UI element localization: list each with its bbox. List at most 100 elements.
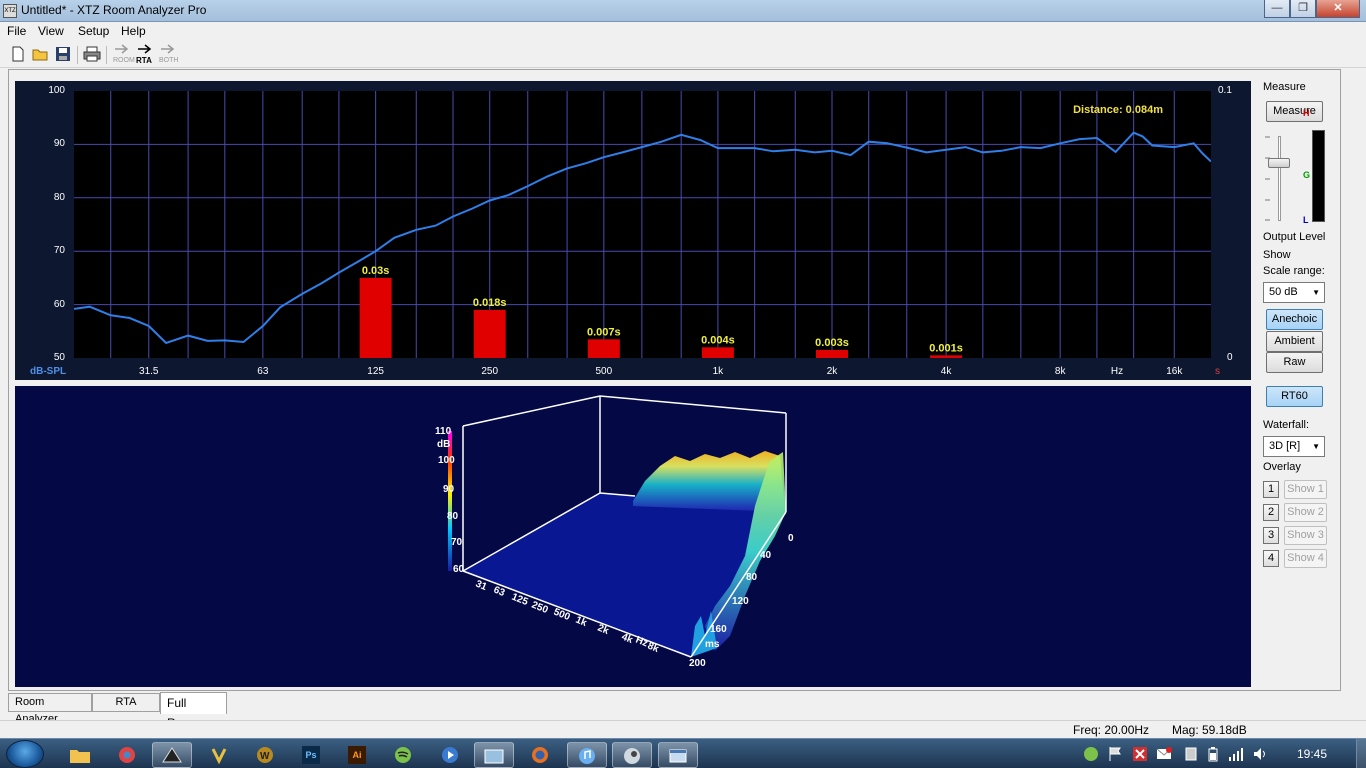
window-icon[interactable] [658,742,698,768]
xtz-icon[interactable] [152,742,192,768]
photoshop-icon[interactable]: Ps [291,742,331,768]
x-tick-label: 63 [257,366,269,377]
save-icon[interactable] [54,46,72,64]
taskbar: W Ps Ai 19:45 [0,738,1366,768]
rt60-bar-label: 0.001s [929,342,963,354]
meter-l-label: L [1303,215,1309,225]
tab-rta[interactable]: RTA [92,693,160,712]
volume-icon[interactable] [1252,746,1268,762]
show-2-button[interactable]: Show 2 [1284,503,1327,522]
x-tick-label: 16k [1166,366,1183,377]
y-right-tick-label: 0 [1227,352,1233,363]
level-meter [1312,130,1325,222]
security-icon[interactable] [1132,746,1148,762]
explorer-icon[interactable] [474,742,514,768]
show-desktop-button[interactable] [1356,739,1366,768]
mag-readout: Mag: 59.18dB [1172,723,1247,737]
overlay-4-button[interactable]: 4 [1263,550,1279,567]
x-tick-label: 8k [1054,366,1066,377]
close-button[interactable]: ✕ [1316,0,1360,18]
start-button[interactable] [6,740,44,768]
ambient-button[interactable]: Ambient [1266,331,1323,352]
frequency-response-line [73,131,1212,345]
y-tick-label: 60 [53,299,65,310]
rt60-bar-label: 0.03s [362,265,390,277]
tray-misc-icon[interactable] [1183,746,1199,762]
rt60-button[interactable]: RT60 [1266,386,1323,407]
time-tick-label: 0 [788,533,794,544]
menu-bar: File View Setup Help [0,22,1366,41]
chrome-icon[interactable] [107,742,147,768]
rta-label[interactable]: RTA [136,56,152,65]
output-level-slider[interactable] [1268,158,1290,168]
menu-file[interactable]: File [7,24,26,38]
waterfall-3d-plot[interactable]: 110 dB 100 90 80 70 60 31 63 125 250 500… [15,386,1251,687]
illustrator-icon[interactable]: Ai [337,742,377,768]
flag-icon[interactable] [1108,746,1122,762]
new-file-icon[interactable] [9,46,27,64]
app-icon[interactable]: XTZ [3,4,17,18]
output-level-track[interactable] [1278,136,1281,221]
z-tick-label: 70 [451,537,463,548]
steam-icon[interactable] [612,742,652,768]
y-tick-label: 80 [53,192,65,203]
time-tick-label: 120 [732,596,749,607]
show-4-button[interactable]: Show 4 [1284,549,1327,568]
time-tick-label: 80 [746,572,758,583]
folder-icon[interactable] [60,742,100,768]
both-label[interactable]: BOTH [159,57,178,64]
tab-room-analyzer[interactable]: Room Analyzer [8,693,92,725]
x-tick-label: 1k [712,366,724,377]
rt60-bar [473,309,506,358]
show-3-button[interactable]: Show 3 [1284,526,1327,545]
menu-view[interactable]: View [38,24,64,38]
overlay-1-button[interactable]: 1 [1263,481,1279,498]
signal-icon[interactable] [1228,746,1244,762]
frequency-plot: 0.03s 0.018s 0.007s 0.004s 0.003s 0.001s [73,91,1212,358]
menu-help[interactable]: Help [121,24,146,38]
clock[interactable]: 19:45 [1297,747,1327,761]
anechoic-button[interactable]: Anechoic [1266,309,1323,330]
open-folder-icon[interactable] [32,46,50,64]
overlay-3-button[interactable]: 3 [1263,527,1279,544]
battery-icon[interactable] [1207,746,1219,762]
scale-range-label: Scale range: [1263,265,1325,277]
svg-text:W: W [260,751,270,762]
z-tick-label: 60 [453,564,465,575]
side-panel: Measure Measure H G L Output Level Show … [1257,81,1333,686]
rt60-bar-label: 0.003s [815,337,849,349]
minimize-button[interactable]: — [1264,0,1290,18]
spotify-tray-icon[interactable] [1083,746,1099,762]
wow-icon[interactable]: W [245,742,285,768]
freq-tick-label: 31 [474,579,489,594]
show-1-button[interactable]: Show 1 [1284,480,1327,499]
scale-range-select[interactable]: 50 dB ▼ [1263,282,1325,303]
measure-button[interactable]: Measure [1266,101,1323,122]
distance-readout: Distance: 0.084m [1073,104,1163,116]
y-tick-label: 70 [53,245,65,256]
itunes-icon[interactable] [567,742,607,768]
media-icon[interactable] [430,742,470,768]
waterfall-svg: 110 dB 100 90 80 70 60 31 63 125 250 500… [435,395,794,669]
overlay-2-button[interactable]: 2 [1263,504,1279,521]
winamp-icon[interactable] [199,742,239,768]
status-bar: Freq: 20.00Hz Mag: 59.18dB [0,720,1366,738]
mail-icon[interactable] [1156,746,1172,762]
y-tick-label: 100 [48,85,65,96]
y-tick-label: 50 [53,352,65,363]
plot-area[interactable]: 0.03s 0.018s 0.007s 0.004s 0.003s 0.001s Dist… [73,91,1212,358]
print-icon[interactable] [83,46,101,64]
rt60-bar-label: 0.007s [587,326,621,338]
tab-full-range[interactable]: Full Range [160,692,227,730]
spotify-icon[interactable] [383,742,423,768]
firefox-icon[interactable] [520,742,560,768]
meter-g-label: G [1303,170,1311,180]
waterfall-select[interactable]: 3D [R] ▼ [1263,436,1325,457]
scale-range-value: 50 dB [1269,286,1298,298]
z-tick-label: 90 [443,484,455,495]
maximize-button[interactable]: ❐ [1290,0,1316,18]
menu-setup[interactable]: Setup [78,24,109,38]
room-label[interactable]: ROOM [113,57,135,64]
raw-button[interactable]: Raw [1266,352,1323,373]
measure-group-title: Measure [1263,81,1306,93]
